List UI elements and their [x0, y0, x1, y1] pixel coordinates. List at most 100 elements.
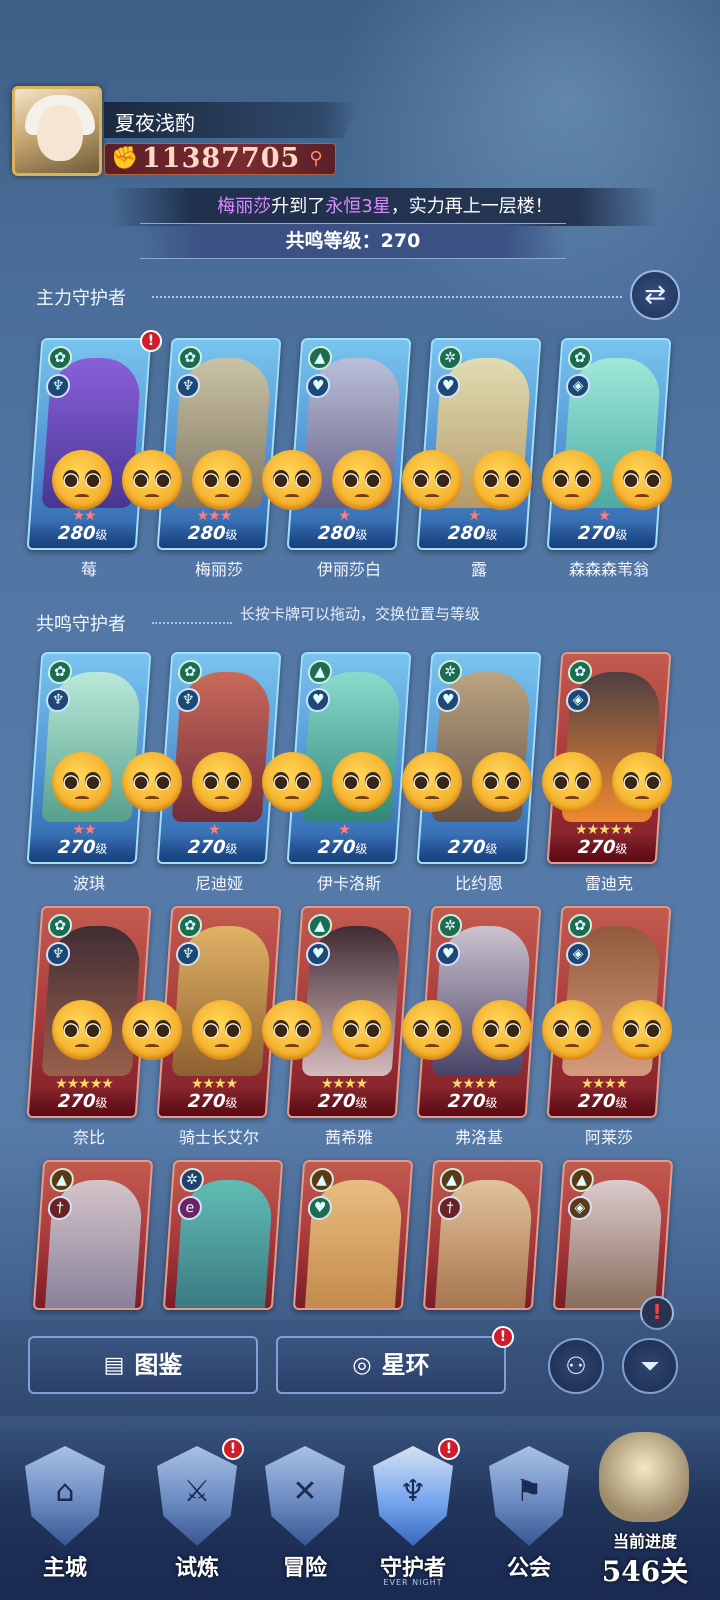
pleading-face-icon	[472, 1000, 532, 1060]
level-number: 270	[317, 837, 357, 858]
news-banner: 梅丽莎升到了永恒3星，实力再上一层楼！	[110, 188, 660, 226]
swap-arrows-icon[interactable]: ⇄	[630, 270, 680, 320]
stage-progress[interactable]: 当前进度 546关	[585, 1424, 720, 1600]
guardian-card[interactable]: ✿ ♆ ★★★ 280级	[156, 338, 282, 550]
level-unit: 级	[94, 842, 108, 856]
pleading-face-icon	[612, 752, 672, 812]
card-level: 270级	[28, 1088, 137, 1116]
adventure-glyph: ✕	[292, 1474, 318, 1509]
nav-trial-label: 试炼	[174, 1556, 219, 1581]
card-level: 270级	[418, 834, 527, 862]
exclamation-icon: !	[438, 1438, 460, 1460]
guardian-card-partial[interactable]: ✲ e	[162, 1160, 284, 1310]
codex-label: 图鉴	[134, 1351, 183, 1379]
guardian-name: 比约恩	[454, 874, 503, 893]
news-mid: 升到了	[271, 196, 326, 217]
exclamation-icon: !	[222, 1438, 244, 1460]
pleading-emoji-row	[52, 1000, 672, 1064]
guardian-name: 骑士长艾尔	[178, 1128, 259, 1147]
guardian-name: 梅丽莎	[194, 560, 243, 579]
section-divider	[152, 622, 232, 624]
level-unit: 级	[484, 528, 498, 542]
guardian-card[interactable]: ▲ ♥ ★ 280级	[286, 338, 412, 550]
avatar-face	[37, 105, 83, 161]
magnifier-icon[interactable]: ⚲	[304, 148, 328, 172]
castle-glyph: ⌂	[55, 1474, 75, 1509]
fist-icon: ✊	[111, 146, 139, 171]
level-number: 280	[187, 523, 227, 544]
resonance-level: 共鸣等级：270	[140, 223, 566, 259]
nav-guild-label: 公会	[506, 1556, 551, 1581]
guardian-name: 波琪	[72, 874, 105, 893]
nav-guild[interactable]: ⚑ 公会	[474, 1432, 584, 1600]
level-unit: 级	[484, 1096, 498, 1110]
guardian-card[interactable]: ✲ ♥ ★ 280级	[416, 338, 542, 550]
level-unit: 级	[354, 528, 368, 542]
news-tail: ，实力再上一层楼！	[390, 196, 553, 217]
pleading-face-icon	[332, 752, 392, 812]
nav-adventure-label: 冒险	[282, 1556, 327, 1581]
pleading-face-icon	[612, 1000, 672, 1060]
guardian-name: 茜希雅	[324, 1128, 373, 1147]
pleading-face-icon	[122, 1000, 182, 1060]
level-unit: 级	[484, 842, 498, 856]
player-avatar[interactable]	[12, 86, 102, 176]
book-icon: ▤	[103, 1353, 125, 1378]
pleading-face-icon	[542, 450, 602, 510]
pleading-face-icon	[472, 752, 532, 812]
guardian-name: 阿莱莎	[584, 1128, 633, 1147]
pleading-face-icon	[52, 1000, 112, 1060]
card-level: 270级	[288, 834, 397, 862]
level-unit: 级	[354, 842, 368, 856]
guardian-card[interactable]: ✿ ♆ ★★ 280级	[26, 338, 152, 550]
guardian-name: 奈比	[72, 1128, 105, 1147]
guardian-name: 莓	[80, 560, 97, 579]
nav-subtitle: EVER NIGHT	[383, 1578, 443, 1587]
level-number: 270	[447, 1091, 487, 1112]
guild-glyph: ⚑	[515, 1474, 543, 1509]
power-value: 11387705	[142, 143, 301, 174]
card-level: 280级	[158, 520, 267, 548]
pleading-emoji-row	[52, 752, 672, 816]
exclamation-icon: !	[140, 330, 162, 352]
level-unit: 级	[354, 1096, 368, 1110]
codex-button[interactable]: ▤ 图鉴	[28, 1336, 258, 1394]
card-level: 280级	[418, 520, 527, 548]
pleading-face-icon	[332, 450, 392, 510]
card-level: 270级	[158, 1088, 267, 1116]
card-level: 270级	[158, 834, 267, 862]
pet-portrait	[599, 1432, 689, 1522]
pleading-face-icon	[332, 1000, 392, 1060]
guardian-name: 伊卡洛斯	[316, 874, 381, 893]
guardian-card-partial[interactable]: ▲ †	[32, 1160, 154, 1310]
pleading-face-icon	[122, 450, 182, 510]
nav-city[interactable]: ⌂ 主城	[10, 1432, 120, 1600]
ring-icon: ◎	[352, 1353, 372, 1378]
filter-icon[interactable]: ⏷	[622, 1338, 678, 1394]
guardian-card-partial[interactable]: ▲ ◈	[552, 1160, 674, 1310]
card-level: 280级	[28, 520, 137, 548]
pleading-face-icon	[192, 752, 252, 812]
guardian-name: 伊丽莎白	[316, 560, 381, 579]
person-icon[interactable]: ⚇	[548, 1338, 604, 1394]
guardian-name: 弗洛基	[454, 1128, 503, 1147]
card-level: 270级	[28, 834, 137, 862]
guardian-card[interactable]: ✿ ◈ ★ 270级	[546, 338, 672, 550]
nav-adventure[interactable]: ✕ 冒险	[250, 1432, 360, 1600]
level-number: 270	[577, 837, 617, 858]
level-number: 270	[187, 837, 227, 858]
level-number: 270	[577, 1091, 617, 1112]
pleading-face-icon	[192, 1000, 252, 1060]
pleading-face-icon	[192, 450, 252, 510]
progress-label: 当前进度	[612, 1532, 677, 1551]
card-level: 270级	[548, 520, 657, 548]
guardian-name: 尼迪娅	[194, 874, 243, 893]
progress-value: 546关	[601, 1555, 689, 1588]
level-number: 270	[187, 1091, 227, 1112]
star-ring-button[interactable]: ◎ 星环	[276, 1336, 506, 1394]
section-divider	[152, 296, 622, 298]
guardian-card-partial[interactable]: ▲ ♥	[292, 1160, 414, 1310]
guardian-card-partial[interactable]: ▲ †	[422, 1160, 544, 1310]
news-rank: 永恒3星	[325, 196, 391, 217]
trial-glyph: ⚔	[183, 1474, 211, 1509]
